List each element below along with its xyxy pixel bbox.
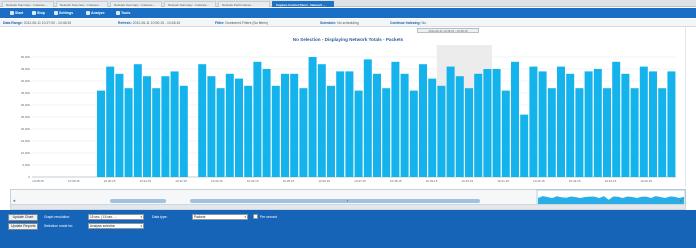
navigator-graphics: ◄ ► ▼: [12, 189, 686, 206]
update-reports-button[interactable]: Update Reports: [8, 223, 38, 230]
navigator-center-handle[interactable]: ▼: [346, 199, 349, 203]
selection-mode-select[interactable]: Analysis selection ▾: [88, 223, 144, 229]
resolution-label: Graph resolution:: [44, 215, 71, 219]
per-second-label: Per second: [260, 215, 278, 219]
chevron-down-icon: ▾: [140, 215, 142, 219]
navigator-scroll-thumb-right[interactable]: [190, 199, 480, 203]
chevron-down-icon: ▾: [140, 224, 142, 228]
data-type-select[interactable]: Packets ▾: [192, 214, 248, 220]
resolution-select[interactable]: 15 sec. | 15 sec. ... ▾: [88, 214, 144, 220]
navigator-scroll-thumb-left[interactable]: [110, 199, 166, 203]
selection-mode-label: Selection mode for:: [44, 224, 74, 228]
data-type-label: Data type:: [152, 215, 168, 219]
navigator-right-arrow[interactable]: ►: [679, 198, 683, 203]
chevron-down-icon: ▾: [244, 215, 246, 219]
update-chart-button[interactable]: Update Chart: [8, 214, 38, 221]
bottom-controls: Update Chart Update Reports Graph resolu…: [0, 210, 696, 248]
per-second-checkbox[interactable]: [253, 214, 258, 219]
navigator-left-arrow[interactable]: ◄: [12, 198, 16, 203]
